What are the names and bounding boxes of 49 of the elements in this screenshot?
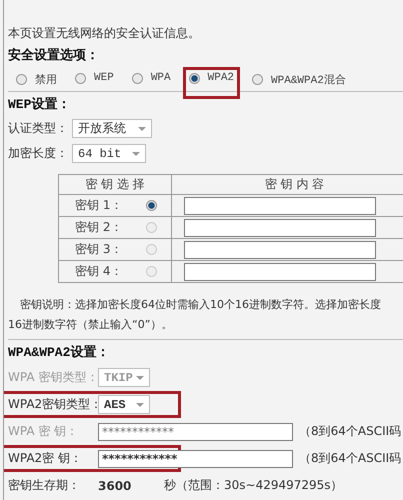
field-label: WPA 密钥类型： — [8, 369, 98, 386]
column-header: 密 钥 选 择 — [58, 174, 172, 194]
field-label: WPA2密钥类型： — [8, 396, 98, 413]
key-label: 密钥 1： — [75, 197, 122, 214]
input-field[interactable] — [184, 218, 376, 236]
radio-button[interactable] — [146, 200, 157, 211]
field-label: WPA 密 钥： — [8, 423, 80, 440]
hint-text: 秒（范围：30s~429497295s） — [164, 477, 343, 494]
field-label: 加密长度： — [8, 145, 69, 162]
caret-icon — [132, 152, 140, 156]
dropdown[interactable]: AES — [98, 395, 150, 414]
radio-button[interactable] — [16, 74, 27, 85]
radio-button[interactable] — [75, 72, 86, 84]
radio-button[interactable] — [252, 74, 264, 85]
hint-text: （8到64个ASCII码 — [299, 450, 402, 467]
caret-icon — [138, 126, 146, 130]
input-field[interactable] — [184, 262, 376, 280]
intro-text: 本页设置无线网络的安全认证信息。 — [8, 24, 201, 42]
note-text: 16进制数字符（禁止输入“0”）。 — [8, 317, 174, 333]
note-text: 密钥说明：选择加密长度64位时需输入10个16进制数字符。选择加密长度 — [19, 297, 382, 313]
radio-button[interactable] — [146, 266, 157, 277]
column-header: 密 钥 内 容 — [172, 174, 403, 194]
radio-button[interactable] — [188, 72, 200, 84]
hint-text: （8到64个ASCII码 — [299, 423, 402, 440]
key-label: 密钥 3： — [75, 241, 122, 258]
password-field[interactable]: ************ — [98, 450, 293, 468]
option-label: WPA2 — [208, 72, 234, 84]
key-label: 密钥 2： — [75, 219, 122, 236]
dropdown[interactable]: 开放系统 — [72, 119, 152, 138]
lifetime-field[interactable]: 3600 — [98, 478, 158, 492]
input-field[interactable] — [184, 196, 376, 214]
section-heading: WEP设置： — [8, 96, 72, 114]
option-label: WEP — [94, 72, 114, 84]
field-label: WPA2密 钥： — [8, 450, 83, 467]
field-label: 认证类型： — [8, 120, 69, 137]
section-heading: 安全设置选项： — [8, 46, 100, 65]
caret-icon — [136, 402, 144, 406]
radio-button[interactable] — [132, 72, 143, 84]
input-field[interactable] — [184, 240, 376, 258]
option-label: WPA&WPA2混合 — [271, 73, 346, 87]
option-label: WPA — [150, 72, 171, 84]
option-label: 禁用 — [35, 73, 57, 87]
radio-button[interactable] — [146, 244, 157, 255]
radio-button[interactable] — [146, 222, 157, 233]
caret-icon — [136, 376, 144, 380]
field-label: 密钥生存期： — [8, 477, 81, 494]
key-label: 密钥 4： — [75, 263, 122, 280]
section-heading: WPA&WPA2设置： — [8, 344, 110, 362]
dropdown[interactable]: 64 bit — [72, 144, 146, 163]
